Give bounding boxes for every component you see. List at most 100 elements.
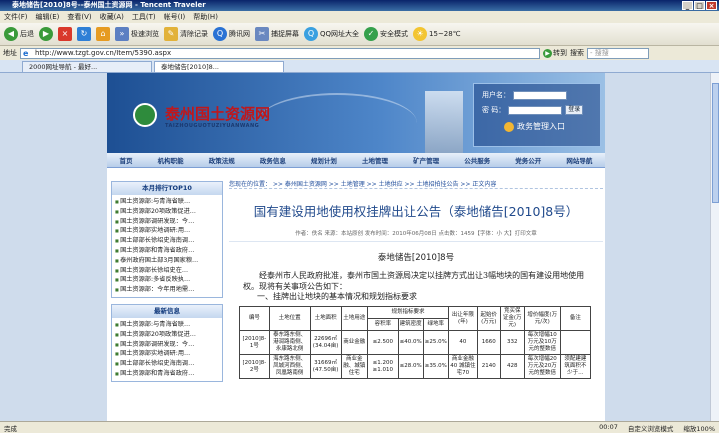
- go-button[interactable]: ▶ 转到: [543, 48, 567, 58]
- clear-history-button[interactable]: ✎ 清除记录: [164, 27, 208, 41]
- search-label: 搜索: [570, 49, 584, 57]
- status-bar: 完成 00:07 自定义浏览模式 缩放100%: [0, 421, 719, 433]
- table-row: [2010]8-2号 海东路东侧、凤城河西侧、凤凰路南侧 31669㎡(47.5…: [239, 354, 592, 379]
- website: 泰州国土资源网 TAIZHOUGUOTUZIYUANWANG 用户名： 密 码：…: [107, 73, 605, 421]
- speed-mode-icon: »: [115, 27, 129, 41]
- login-button[interactable]: 登录: [565, 105, 584, 115]
- article-meta: 作者：佚名 来源：本站原创 发布时间：2010年06月08日 点击数：1459【…: [229, 229, 603, 242]
- list-item[interactable]: 国土资源部:多省反映执…: [115, 275, 219, 285]
- page-viewport: 泰州国土资源网 TAIZHOUGUOTUZIYUANWANG 用户名： 密 码：…: [0, 73, 719, 421]
- scissors-icon: ✂: [255, 27, 269, 41]
- nav-home[interactable]: 首页: [120, 155, 133, 165]
- list-item[interactable]: 国土资源部:与青海省联…: [115, 320, 219, 330]
- maximize-button[interactable]: □: [694, 1, 705, 10]
- back-arrow-icon: ◀: [4, 27, 18, 41]
- list-item[interactable]: 国土部部长徐绍史海南调…: [115, 236, 219, 246]
- sun-icon: ☀: [413, 27, 428, 41]
- site-banner: 泰州国土资源网 TAIZHOUGUOTUZIYUANWANG 用户名： 密 码：…: [107, 73, 605, 153]
- menu-view[interactable]: 查看(V): [67, 11, 91, 23]
- menu-file[interactable]: 文件(F): [4, 11, 28, 23]
- list-item[interactable]: 国土资源部实地调研:用…: [115, 226, 219, 236]
- refresh-icon[interactable]: ↻: [77, 27, 91, 41]
- address-bar: 地址 http://www.tzgt.gov.cn/Item/5390.aspx…: [0, 46, 719, 60]
- land-parcel-table: 编号 土地位置 土地面积 土地用途 规划指标要求 出让年限(年) 起始价(万元)…: [239, 306, 592, 379]
- latest-panel: 最新信息 国土资源部:与青海省联… 国土资源部20项政策促进… 国土资源部调研发…: [111, 303, 223, 382]
- portal-icon: [504, 121, 514, 132]
- list-item[interactable]: 国土资源部:与青海省联…: [115, 197, 219, 207]
- menu-account[interactable]: 帐号(I): [164, 11, 186, 23]
- site-pinyin: TAIZHOUGUOTUZIYUANWANG: [165, 123, 260, 129]
- qq-directory-button[interactable]: Q QQ网址大全: [304, 27, 359, 41]
- list-item[interactable]: 国土资源部20项政策促进…: [115, 330, 219, 340]
- list-item[interactable]: 国土资源部长徐绍史在…: [115, 266, 219, 276]
- tencent-button[interactable]: Q 腾讯网: [213, 27, 250, 41]
- browse-mode[interactable]: 自定义浏览模式: [628, 423, 674, 433]
- nav-planning[interactable]: 规划计划: [311, 155, 337, 165]
- left-sidebar: 本月排行TOP10 国土资源部:与青海省联… 国土资源部20项政策促进… 国土资…: [111, 181, 223, 421]
- menu-tools[interactable]: 工具(T): [132, 11, 156, 23]
- menu-bar: 文件(F) 编辑(E) 查看(V) 收藏(A) 工具(T) 帐号(I) 帮助(H…: [0, 11, 719, 23]
- list-item[interactable]: 国土资源部20项政策促进…: [115, 207, 219, 217]
- article-content: 您现在的位置： >> 泰州国土资源网 >> 土地管理 >> 土地供应 >> 土地…: [229, 179, 603, 421]
- menu-help[interactable]: 帮助(H): [193, 11, 218, 23]
- back-button[interactable]: ◀ 后退: [4, 27, 34, 41]
- admin-portal-link[interactable]: 政务管理入口: [504, 121, 592, 132]
- nav-info[interactable]: 政务信息: [260, 155, 286, 165]
- top10-title: 本月排行TOP10: [112, 182, 222, 195]
- home-icon[interactable]: ⌂: [96, 27, 110, 41]
- section-heading: 一、挂牌出让地块的基本情况和规划指标要求: [257, 292, 417, 301]
- menu-edit[interactable]: 编辑(E): [36, 11, 60, 23]
- nav-functions[interactable]: 机构职能: [158, 155, 184, 165]
- qq-icon: Q: [304, 27, 318, 41]
- document-number: 泰地储告[2010]8号: [377, 253, 455, 263]
- breadcrumb[interactable]: 您现在的位置： >> 泰州国土资源网 >> 土地管理 >> 土地供应 >> 土地…: [229, 179, 603, 189]
- menu-favorites[interactable]: 收藏(A): [100, 11, 124, 23]
- tab-navigation[interactable]: 2000网址导航 - 最好...: [22, 61, 152, 72]
- speed-mode-button[interactable]: » 极速浏览: [115, 27, 159, 41]
- list-item[interactable]: 国土资源部实地调研:用…: [115, 349, 219, 359]
- latest-title: 最新信息: [112, 304, 222, 318]
- login-panel: 用户名： 密 码： 登录 政务管理入口: [473, 83, 601, 147]
- nav-policy[interactable]: 政策法规: [209, 155, 235, 165]
- list-item[interactable]: 国土资源部和青海省政府…: [115, 369, 219, 379]
- nav-mineral[interactable]: 矿产管理: [413, 155, 439, 165]
- username-field[interactable]: [513, 90, 567, 100]
- shield-icon: ✓: [364, 27, 379, 41]
- zoom-level[interactable]: 缩放100%: [683, 423, 715, 433]
- weather-widget[interactable]: ☀ 15~28℃: [413, 27, 461, 41]
- forward-arrow-icon[interactable]: ▶: [39, 27, 53, 41]
- search-input[interactable]: - 搜搜: [587, 47, 649, 59]
- tab-current-page[interactable]: 泰地储告[2010]8...: [154, 61, 284, 72]
- minimize-button[interactable]: _: [682, 1, 693, 10]
- article-paragraph: 经泰州市人民政府批准，泰州市国土资源局决定以挂牌方式出让3幅地块的国有建设用地使…: [243, 271, 585, 291]
- list-item[interactable]: 国土资源部和青海省政府…: [115, 246, 219, 256]
- site-logo-icon: [133, 103, 157, 127]
- password-field[interactable]: [508, 105, 563, 115]
- nav-sitemap[interactable]: 网站导航: [566, 155, 592, 165]
- security-mode-button[interactable]: ✓ 安全模式: [364, 27, 408, 41]
- top10-panel: 本月排行TOP10 国土资源部:与青海省联… 国土资源部20项政策促进… 国土资…: [111, 181, 223, 298]
- broom-icon: ✎: [164, 27, 178, 41]
- list-item[interactable]: 国土资源部调研发现：今…: [115, 340, 219, 350]
- status-text: 完成: [4, 424, 17, 433]
- address-input[interactable]: http://www.tzgt.gov.cn/Item/5390.aspx: [20, 47, 540, 59]
- stop-icon[interactable]: ×: [58, 27, 72, 41]
- nav-land[interactable]: 土地管理: [362, 155, 388, 165]
- scrollbar-thumb[interactable]: [712, 83, 719, 203]
- nav-party[interactable]: 党务公开: [515, 155, 541, 165]
- status-time: 00:07: [599, 422, 618, 431]
- nav-public[interactable]: 公共服务: [464, 155, 490, 165]
- site-name: 泰州国土资源网: [165, 105, 271, 123]
- site-nav: 首页 机构职能 政策法规 政务信息 规划计划 土地管理 矿产管理 公共服务 党务…: [107, 153, 605, 168]
- article-title: 国有建设用地使用权挂牌出让公告（泰地储告[2010]8号）: [253, 204, 579, 219]
- list-item[interactable]: 国土资源部：今年用地需…: [115, 285, 219, 295]
- list-item[interactable]: 泰州政府国土部3月国家粮…: [115, 256, 219, 266]
- close-button[interactable]: ×: [706, 1, 717, 10]
- list-item[interactable]: 国土部部长徐绍史海南调…: [115, 359, 219, 369]
- vertical-scrollbar[interactable]: [710, 73, 719, 421]
- list-item[interactable]: 国土资源部调研发现：今…: [115, 217, 219, 227]
- go-arrow-icon: ▶: [543, 48, 552, 58]
- tencent-icon: Q: [213, 27, 227, 41]
- toolbar: ◀ 后退 ▶ × ↻ ⌂ » 极速浏览 ✎ 清除记录 Q 腾讯网 ✂ 捕捉屏幕 …: [0, 23, 719, 46]
- capture-button[interactable]: ✂ 捕捉屏幕: [255, 27, 299, 41]
